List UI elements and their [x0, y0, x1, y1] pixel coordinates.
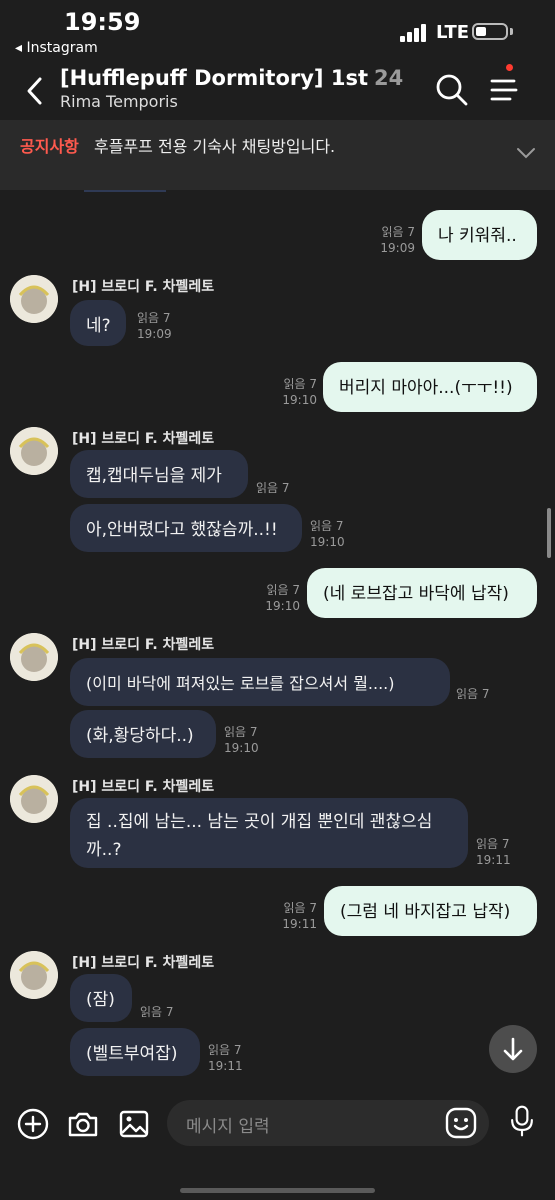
emoji-icon[interactable]: [444, 1106, 478, 1140]
battery-icon: [472, 23, 508, 40]
network-type: LTE: [436, 22, 470, 43]
notice-text: 후플푸프 전용 기숙사 채팅방입니다.: [94, 137, 336, 156]
their-message-bubble[interactable]: 아,안버렸다고 했잖슴까..!!: [70, 504, 302, 552]
notice-banner[interactable]: 공지사항 후플푸프 전용 기숙사 채팅방입니다.: [0, 120, 555, 190]
message-meta: 읽음 7 19:10: [265, 583, 300, 613]
image-icon[interactable]: [117, 1107, 151, 1141]
sender-name: [H] 브로디 F. 차펠레토: [72, 279, 215, 295]
message-meta: 읽음 7 19:09: [137, 311, 172, 341]
notification-dot: [506, 64, 513, 71]
avatar[interactable]: [10, 633, 58, 681]
their-message-bubble[interactable]: 캡,캡대두님을 제가: [70, 450, 248, 498]
avatar[interactable]: [10, 775, 58, 823]
status-bar: 19:59 ◂ Instagram LTE: [0, 0, 555, 60]
camera-icon[interactable]: [66, 1107, 100, 1141]
member-count: 24: [373, 66, 404, 90]
their-message-bubble[interactable]: (잠): [70, 974, 132, 1022]
microphone-icon[interactable]: [505, 1104, 539, 1138]
their-message-bubble[interactable]: (벨트부여잡): [70, 1028, 200, 1076]
home-indicator: [180, 1188, 375, 1193]
sender-name: [H] 브로디 F. 차펠레토: [72, 955, 215, 971]
message-meta: 읽음 7 19:10: [310, 519, 345, 549]
menu-icon[interactable]: [486, 72, 522, 108]
avatar[interactable]: [10, 951, 58, 999]
chat-header: [Hufflepuff Dormitory] 1st 24 Rima Tempor…: [0, 60, 555, 120]
their-message-bubble[interactable]: (화,황당하다..): [70, 710, 216, 758]
arrow-down-icon: [503, 1037, 523, 1061]
scroll-to-bottom-button[interactable]: [489, 1025, 537, 1073]
avatar[interactable]: [10, 275, 58, 323]
message-meta: 읽음 7 19:10: [282, 377, 317, 407]
signal-icon: [400, 22, 428, 42]
chat-title: [Hufflepuff Dormitory] 1st 24: [60, 66, 403, 90]
my-message-bubble[interactable]: (네 로브잡고 바닥에 납작): [307, 568, 537, 618]
message-meta: 읽음 7: [456, 687, 490, 701]
message-meta: 읽음 7 19:09: [380, 225, 415, 255]
my-message-bubble[interactable]: (그럼 네 바지잡고 납작): [324, 886, 537, 936]
sender-name: [H] 브로디 F. 차펠레토: [72, 431, 215, 447]
chevron-down-icon[interactable]: [516, 146, 536, 160]
their-message-bubble[interactable]: 집 ..집에 남는... 남는 곳이 개집 뿐인데 괜찮으심까..?: [70, 798, 468, 868]
message-meta: 읽음 7 19:11: [282, 901, 317, 931]
search-icon[interactable]: [434, 72, 470, 108]
scroll-indicator[interactable]: [547, 508, 551, 558]
their-message-bubble[interactable]: (이미 바닥에 펴져있는 로브를 잡으셔서 뭘....): [70, 658, 450, 706]
back-to-app-link[interactable]: ◂ Instagram: [15, 40, 98, 56]
my-message-bubble[interactable]: 버리지 마아아...(ㅜㅜ!!): [323, 362, 537, 412]
notice-label: 공지사항: [20, 137, 79, 156]
back-chevron-icon[interactable]: [20, 74, 50, 108]
status-time: 19:59: [64, 8, 141, 36]
sender-name: [H] 브로디 F. 차펠레토: [72, 779, 215, 795]
message-meta: 읽음 7 19:11: [208, 1043, 243, 1073]
message-meta: 읽음 7 19:11: [476, 837, 511, 867]
their-message-bubble[interactable]: 네?: [70, 300, 126, 346]
plus-icon[interactable]: [16, 1107, 50, 1141]
chat-title-text: [Hufflepuff Dormitory] 1st: [60, 66, 368, 90]
chat-subtitle: Rima Temporis: [60, 92, 178, 111]
sender-name: [H] 브로디 F. 차펠레토: [72, 637, 215, 653]
avatar[interactable]: [10, 427, 58, 475]
message-input-placeholder: 메시지 입력: [186, 1117, 270, 1137]
my-message-bubble[interactable]: 나 키워줘..: [422, 210, 537, 260]
message-meta: 읽음 7: [140, 1005, 174, 1019]
message-meta: 읽음 7 19:10: [224, 725, 259, 755]
message-meta: 읽음 7: [256, 481, 290, 495]
